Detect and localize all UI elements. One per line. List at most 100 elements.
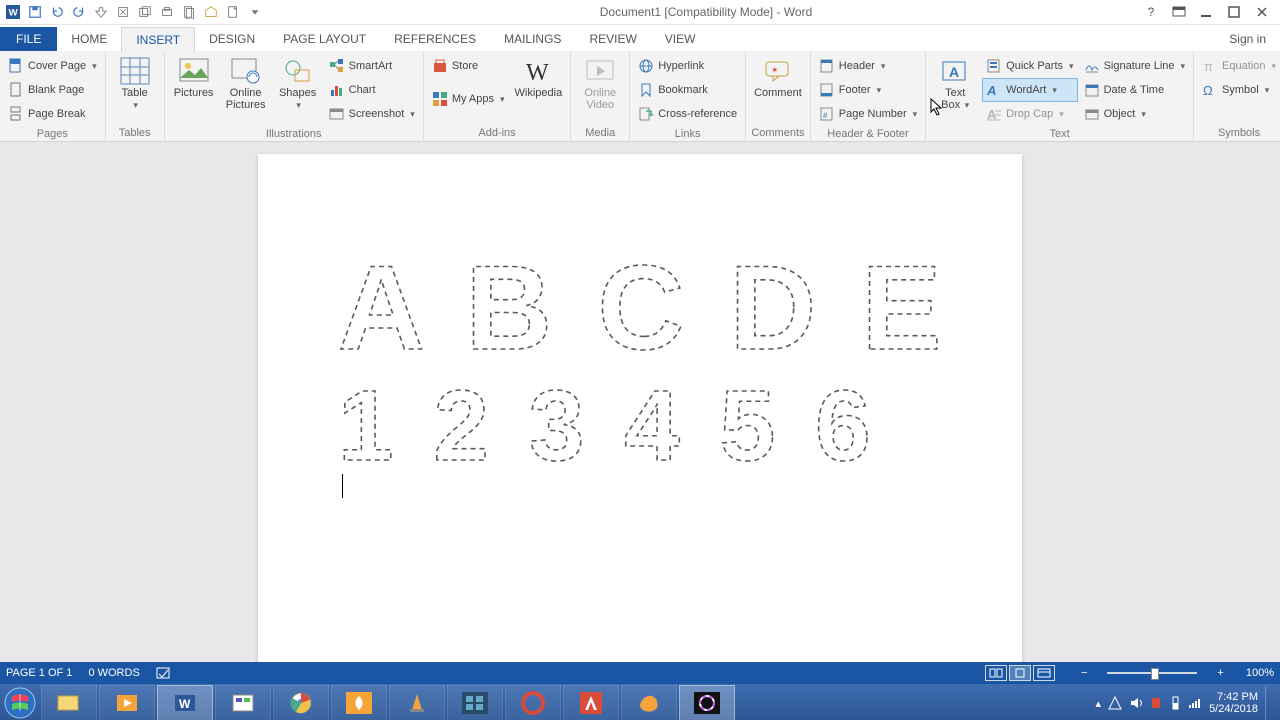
qat-icon[interactable] [112, 1, 134, 23]
equation-button[interactable]: πEquation ▾ [1198, 54, 1280, 78]
zoom-in-icon[interactable]: + [1217, 667, 1223, 679]
cross-reference-icon [638, 106, 654, 122]
footer-button[interactable]: Footer▾ [815, 78, 921, 102]
taskbar-opera[interactable] [505, 685, 561, 720]
tray-chevron-icon[interactable]: ▴ [1096, 697, 1102, 710]
tray-network-icon[interactable] [1188, 697, 1202, 709]
undo-icon[interactable] [46, 1, 68, 23]
smartart-button[interactable]: SmartArt [325, 54, 419, 78]
taskbar-word[interactable]: W [157, 685, 213, 720]
taskbar-app[interactable] [331, 685, 387, 720]
wikipedia-button[interactable]: WWikipedia [511, 53, 567, 102]
taskbar-chrome[interactable] [273, 685, 329, 720]
redo-icon[interactable] [68, 1, 90, 23]
taskbar-app[interactable] [679, 685, 735, 720]
zoom-level[interactable]: 100% [1246, 667, 1274, 679]
document-area[interactable]: A B C D E F 1 2 3 4 5 6 [0, 142, 1280, 662]
blank-page-button[interactable]: Blank Page [4, 78, 101, 102]
pictures-button[interactable]: Pictures [169, 53, 219, 102]
store-button[interactable]: Store [428, 54, 509, 78]
taskbar-app[interactable] [215, 685, 271, 720]
taskbar-app[interactable] [41, 685, 97, 720]
tab-review[interactable]: REVIEW [575, 27, 650, 51]
symbol-button[interactable]: ΩSymbol▾ [1198, 78, 1280, 102]
ribbon-tabs: FILE HOME INSERT DESIGN PAGE LAYOUT REFE… [0, 25, 1280, 51]
group-label: Media [575, 125, 625, 141]
drop-cap-button[interactable]: ADrop Cap▾ [982, 102, 1077, 126]
qat-icon[interactable] [90, 1, 112, 23]
object-button[interactable]: Object ▾ [1080, 102, 1189, 126]
qat-icon[interactable] [134, 1, 156, 23]
date-time-button[interactable]: Date & Time [1080, 78, 1189, 102]
group-media: Online Video Media [571, 51, 630, 141]
tab-file[interactable]: FILE [0, 27, 57, 51]
help-icon[interactable]: ? [1144, 5, 1158, 19]
taskbar-adobe[interactable] [563, 685, 619, 720]
group-label: Pages [4, 126, 101, 142]
qat-icon[interactable] [156, 1, 178, 23]
tab-home[interactable]: HOME [57, 27, 121, 51]
group-label: Tables [110, 125, 160, 141]
bookmark-icon [638, 82, 654, 98]
tab-references[interactable]: REFERENCES [380, 27, 490, 51]
online-pictures-button[interactable]: Online Pictures [221, 53, 271, 113]
cross-reference-button[interactable]: Cross-reference [634, 102, 741, 126]
tray-icon[interactable] [1169, 696, 1181, 710]
online-video-button[interactable]: Online Video [575, 53, 625, 113]
show-desktop-button[interactable] [1265, 686, 1274, 720]
start-button[interactable] [0, 684, 40, 720]
tab-view[interactable]: VIEW [651, 27, 710, 51]
qat-icon[interactable] [178, 1, 200, 23]
screenshot-button[interactable]: Screenshot▾ [325, 102, 419, 126]
ribbon-display-icon[interactable] [1172, 6, 1186, 18]
tray-volume-icon[interactable] [1129, 696, 1143, 710]
taskbar-vlc[interactable] [389, 685, 445, 720]
chart-button[interactable]: Chart [325, 78, 419, 102]
tab-design[interactable]: DESIGN [195, 27, 269, 51]
minimize-icon[interactable] [1200, 6, 1214, 18]
qat-icon[interactable] [222, 1, 244, 23]
header-button[interactable]: Header▾ [815, 54, 921, 78]
zoom-out-icon[interactable]: − [1081, 667, 1087, 679]
page-break-button[interactable]: Page Break [4, 102, 101, 126]
svg-text:1 2 3 4 5 6: 1 2 3 4 5 6 [338, 374, 877, 482]
signature-line-button[interactable]: Signature Line ▾ [1080, 54, 1189, 78]
save-icon[interactable] [24, 1, 46, 23]
print-layout-icon[interactable] [1009, 665, 1031, 681]
taskbar-app[interactable] [99, 685, 155, 720]
cover-page-button[interactable]: Cover Page▾ [4, 54, 101, 78]
qat-icon[interactable] [200, 1, 222, 23]
text-box-button[interactable]: AText Box ▾ [930, 53, 980, 113]
svg-text:A: A [986, 83, 996, 98]
tab-mailings[interactable]: MAILINGS [490, 27, 575, 51]
taskbar-app[interactable] [447, 685, 503, 720]
system-tray: ▴ 7:42 PM 5/24/2018 [1096, 686, 1280, 720]
status-page[interactable]: PAGE 1 OF 1 [6, 667, 72, 679]
zoom-slider[interactable] [1107, 672, 1197, 674]
page[interactable]: A B C D E F 1 2 3 4 5 6 [258, 154, 1022, 662]
wordart-button[interactable]: AWordArt▾ [982, 78, 1077, 102]
qat-dropdown-icon[interactable] [244, 1, 266, 23]
sign-in-link[interactable]: Sign in [1215, 27, 1280, 51]
bookmark-button[interactable]: Bookmark [634, 78, 741, 102]
shapes-button[interactable]: Shapes▾ [273, 53, 323, 113]
hyperlink-button[interactable]: Hyperlink [634, 54, 741, 78]
comment-button[interactable]: ✶Comment [750, 53, 806, 102]
tab-page-layout[interactable]: PAGE LAYOUT [269, 27, 380, 51]
my-apps-button[interactable]: My Apps▾ [428, 78, 509, 120]
page-number-button[interactable]: #Page Number▾ [815, 102, 921, 126]
table-button[interactable]: Table▾ [110, 53, 160, 113]
taskbar-firefox[interactable] [621, 685, 677, 720]
maximize-icon[interactable] [1228, 6, 1242, 18]
status-words[interactable]: 0 WORDS [88, 667, 139, 679]
read-mode-icon[interactable] [985, 665, 1007, 681]
close-icon[interactable] [1256, 6, 1270, 18]
tray-clock[interactable]: 7:42 PM 5/24/2018 [1209, 691, 1258, 715]
tab-insert[interactable]: INSERT [121, 27, 195, 52]
web-layout-icon[interactable] [1033, 665, 1055, 681]
quick-parts-button[interactable]: Quick Parts▾ [982, 54, 1077, 78]
tray-icon[interactable] [1150, 696, 1162, 710]
proofing-icon[interactable] [156, 666, 172, 680]
tray-icon[interactable] [1108, 696, 1122, 710]
group-text: AText Box ▾ Quick Parts▾ AWordArt▾ ADrop… [926, 51, 1194, 141]
